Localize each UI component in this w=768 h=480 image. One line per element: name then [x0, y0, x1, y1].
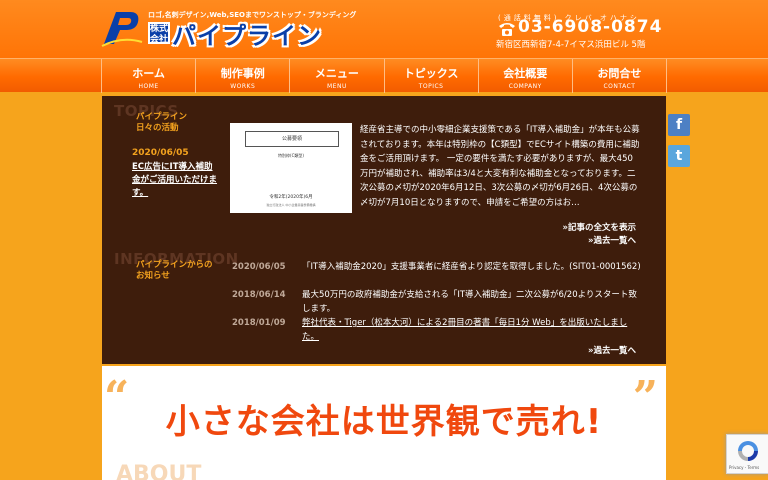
- about-section-label: ABOUT: [116, 462, 202, 480]
- information-subtitle-line1: パイプラインからの: [136, 260, 213, 270]
- nav-item-home[interactable]: ホーム HOME: [101, 59, 195, 93]
- thumb-footnote: 独立行政法人 中小企業基盤整備機構: [266, 203, 316, 207]
- thumb-subheading: 特別枠(C類型): [278, 153, 304, 158]
- info-date: 2020/06/05: [232, 262, 286, 272]
- twitter-icon: t: [675, 148, 683, 164]
- read-more-link[interactable]: »記事の全文を表示: [563, 221, 637, 233]
- information-subtitle: パイプラインからの お知らせ: [136, 260, 213, 282]
- nav-item-label: 制作事例: [220, 67, 265, 80]
- nav-item-label: ホーム: [132, 67, 165, 80]
- nav-item-label: お問合せ: [597, 67, 642, 80]
- nav-item-sublabel: WORKS: [230, 83, 256, 90]
- nav-item-label: トピックス: [403, 67, 459, 80]
- facebook-button[interactable]: f: [668, 114, 690, 136]
- recaptcha-links[interactable]: Privacy - Terms: [729, 465, 759, 470]
- nav-item-menu[interactable]: メニュー MENU: [289, 59, 383, 93]
- info-text: 最大50万円の政府補助金が支給される「IT導入補助金」二次公募が6/20よりスタ…: [302, 290, 637, 314]
- nav-item-sublabel: CONTACT: [603, 83, 636, 90]
- topics-subtitle-line1: パイプライン: [136, 112, 188, 122]
- nav-item-sublabel: TOPICS: [418, 83, 444, 90]
- logo-company-type: 株式会社: [148, 22, 170, 45]
- twitter-button[interactable]: t: [668, 145, 690, 167]
- phone-number[interactable]: 03-6908-0874: [518, 17, 662, 37]
- nav-item-sublabel: HOME: [138, 83, 159, 90]
- nav-item-works[interactable]: 制作事例 WORKS: [195, 59, 289, 93]
- topic-title-link[interactable]: EC広告にIT導入補助金がご活用いただけます。: [132, 161, 218, 200]
- topics-past-list-link[interactable]: »過去一覧へ: [588, 234, 636, 246]
- site-header: ロゴ,名刺デザイン,Web,SEOまでワンストップ・ブランディング 株式会社 パ…: [0, 0, 768, 58]
- company-address: 新宿区西新宿7-4-7イマス浜田ビル 5階: [496, 40, 646, 50]
- topic-body-text: 経産省主導での中小零細企業支援策である「IT導入補助金」が本年も公募されておりま…: [360, 125, 640, 208]
- recaptcha-icon: [738, 441, 758, 461]
- nav-item-label: 会社概要: [503, 67, 548, 80]
- thumb-date: 令和2年(2020年)6月: [269, 195, 313, 200]
- banner-headline: 小さな会社は世界観で売れ!: [165, 402, 603, 442]
- thumb-heading: 公募要領: [245, 131, 339, 147]
- topic-thumbnail[interactable]: 公募要領 特別枠(C類型) 令和2年(2020年)6月 独立行政法人 中小企業基…: [230, 123, 352, 213]
- nav-item-sublabel: COMPANY: [508, 83, 542, 90]
- recaptcha-badge[interactable]: Privacy - Terms: [726, 434, 768, 474]
- topic-date: 2020/06/05: [132, 148, 189, 158]
- nav-item-label: メニュー: [314, 67, 359, 80]
- global-nav: ホーム HOME 制作事例 WORKS メニュー MENU トピックス TOPI…: [0, 58, 768, 93]
- info-text-link[interactable]: 弊社代表・Tiger（松本大河）による2冊目の著書「毎日1分 Web」を出版いた…: [302, 316, 642, 344]
- info-date: 2018/01/09: [232, 318, 286, 328]
- nav-item-topics[interactable]: トピックス TOPICS: [383, 59, 478, 93]
- nav-item-sublabel: MENU: [327, 83, 347, 90]
- phone-icon: [499, 23, 515, 36]
- info-date: 2018/06/14: [232, 290, 286, 300]
- info-text: 「IT導入補助金2020」支援事業者に経産省より認定を取得しました。(SIT01…: [302, 262, 641, 272]
- nav-item-contact[interactable]: お問合せ CONTACT: [571, 59, 668, 93]
- facebook-icon: f: [675, 117, 683, 133]
- information-past-list-link[interactable]: »過去一覧へ: [588, 344, 636, 356]
- logo-company-name[interactable]: パイプライン: [172, 16, 322, 51]
- topics-subtitle: パイプライン 日々の活動: [136, 112, 187, 134]
- information-subtitle-line2: お知らせ: [136, 271, 170, 281]
- news-panel: TOPICS パイプライン 日々の活動 2020/06/05 EC広告にIT導入…: [102, 96, 666, 364]
- logo-mark-icon[interactable]: [100, 8, 144, 48]
- topics-subtitle-line2: 日々の活動: [136, 123, 179, 133]
- nav-item-company[interactable]: 会社概要 COMPANY: [477, 59, 572, 93]
- hero-banner: “ ” 小さな会社は世界観で売れ! ABOUT: [102, 366, 666, 480]
